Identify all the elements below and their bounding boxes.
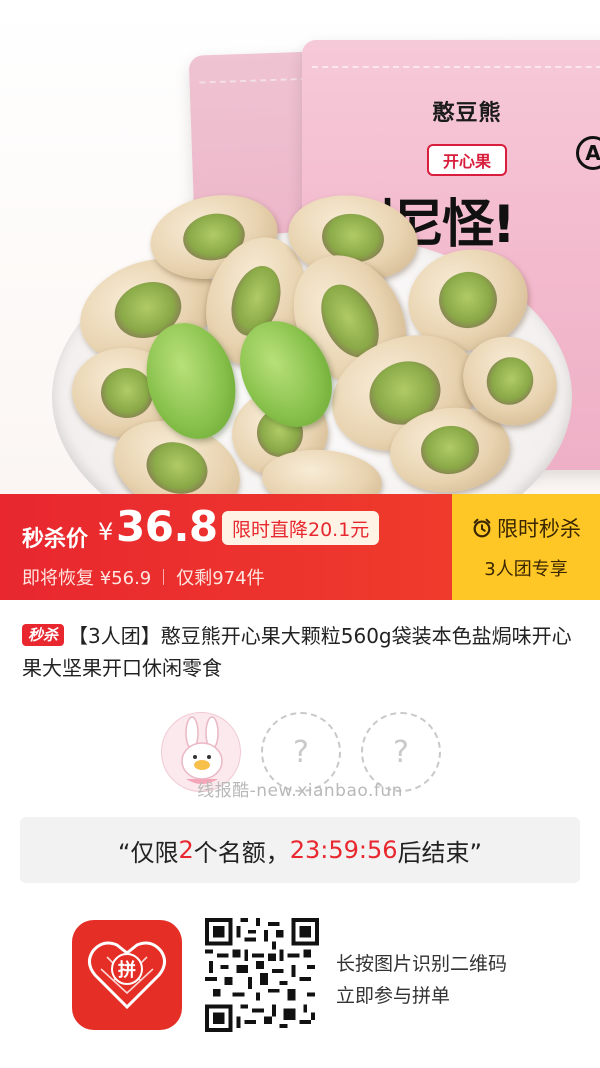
divider (163, 569, 165, 585)
quota-count: 2 (178, 836, 194, 864)
currency-symbol: ¥ (98, 518, 114, 546)
group-size-label: 3人团专享 (484, 559, 568, 580)
quota-suffix: 后结束” (397, 838, 482, 867)
flash-sale-panel: 限时秒杀 3人团专享 (452, 494, 600, 600)
sale-price: 36.8 (116, 502, 218, 551)
flash-sale-row: 限时秒杀 (471, 513, 581, 543)
quota-prefix: “仅限 (118, 838, 179, 867)
logo-text: 拼 (118, 959, 136, 981)
qr-instruction-line2: 立即参与拼单 (336, 985, 451, 1007)
qr-instructions: 长按图片识别二维码 立即参与拼单 (336, 948, 507, 1012)
qr-instruction-line1: 长按图片识别二维码 (336, 953, 508, 975)
flash-sale-badge: 秒杀 (22, 624, 65, 646)
restore-row: 即将恢复 ¥56.9 仅剩974件 (22, 564, 265, 590)
quota-countdown: “仅限 2 个名额， 23:59:56 后结束” (20, 817, 580, 883)
bag-brand: 憨豆熊 (432, 101, 502, 126)
countdown-time: 23:59:56 (289, 836, 398, 864)
price-drop-badge: 限时直降20.1元 (222, 511, 380, 545)
flash-sale-label: 限时秒杀 (497, 517, 581, 541)
alarm-clock-icon (473, 518, 491, 538)
price-bar: 秒杀价 ¥ 36.8 限时直降20.1元 即将恢复 ¥56.9 仅剩974件 限… (0, 494, 600, 600)
bag-mark: A (576, 136, 600, 170)
qr-code[interactable] (205, 918, 319, 1032)
product-image: 憨豆熊 开心果 憨豆熊 开心果 A 别尼怪! (0, 0, 600, 494)
product-title[interactable]: 秒杀 【3人团】憨豆熊开心果大颗粒560g袋装本色盐焗味开心果大坚果开口休闲零食 (22, 620, 582, 684)
restore-price-text: 即将恢复 ¥56.9 (22, 568, 152, 589)
bag-tag: 开心果 (426, 144, 508, 176)
price-panel: 秒杀价 ¥ 36.8 限时直降20.1元 即将恢复 ¥56.9 仅剩974件 (0, 494, 452, 600)
stock-remaining-text: 仅剩974件 (176, 568, 265, 589)
pinduoduo-logo-icon: 拼 (72, 920, 182, 1030)
sale-label: 秒杀价 (22, 527, 89, 552)
product-title-text: 【3人团】憨豆熊开心果大颗粒560g袋装本色盐焗味开心果大坚果开口休闲零食 (22, 624, 572, 680)
watermark: 线报酷-new.xianbao.fun (197, 781, 403, 801)
quota-middle: 个名额， (193, 838, 290, 867)
